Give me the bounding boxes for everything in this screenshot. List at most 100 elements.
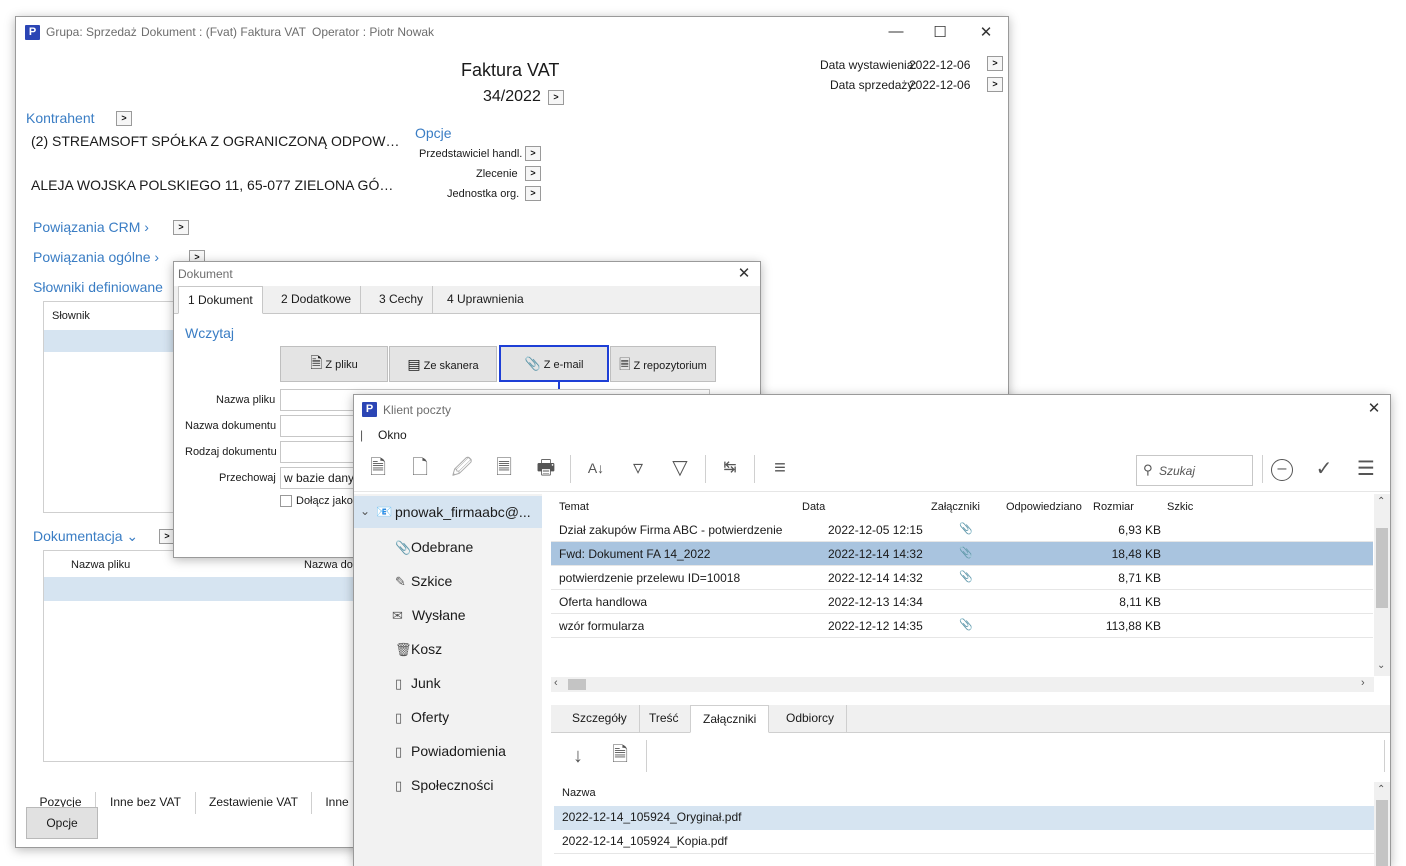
scroll-down-icon[interactable]: ⌄ (1377, 660, 1385, 671)
columns-icon[interactable]: ≡ (766, 457, 794, 479)
message-size: 8,11 KB (1119, 595, 1161, 609)
tab-details[interactable]: Szczegóły (560, 705, 640, 733)
sale-date-label: Data sprzedaży: (830, 78, 917, 92)
general-links-label[interactable]: Powiązania ogólne › (33, 249, 159, 265)
col-size[interactable]: Rozmiar (1093, 501, 1134, 513)
chevron-right-icon: › (154, 249, 160, 265)
scroll-left-icon[interactable]: ‹ (554, 677, 558, 689)
att-col-name[interactable]: Nazwa (562, 787, 596, 799)
dialog-close-button[interactable]: ✕ (734, 264, 754, 282)
tab-cechy[interactable]: 3 Cechy (370, 286, 434, 314)
folder-drafts[interactable]: ✎ Szkice (395, 573, 452, 590)
check-icon[interactable]: ✓ (1310, 458, 1338, 480)
folder-junk[interactable]: ▯ Junk (395, 675, 441, 692)
load-from-file-button[interactable]: 🗎 Z pliku (280, 346, 388, 382)
scroll-up-icon[interactable]: ⌃ (1377, 496, 1385, 507)
folder-offers[interactable]: ▯ Oferty (395, 709, 449, 726)
edit-doc-icon[interactable]: 🖉 (448, 457, 476, 479)
sent-mail-icon: ✉ (392, 608, 403, 623)
scroll-up-icon[interactable]: ⌃ (1377, 784, 1385, 795)
doc-number-button[interactable]: > (548, 90, 564, 105)
print-icon[interactable]: 🖶 (532, 457, 560, 479)
message-size: 18,48 KB (1111, 547, 1161, 561)
option-rep-label: Przedstawiciel handl. (419, 148, 523, 160)
folder-notifications[interactable]: ▯ Powiadomienia (395, 743, 506, 760)
contractor-button[interactable]: > (116, 111, 132, 126)
load-from-email-button[interactable]: 📎 Z e-mail (499, 345, 609, 382)
account-expand-icon[interactable]: ⌄ (360, 504, 370, 518)
search-box[interactable]: ⚲ Szukaj (1136, 455, 1253, 486)
crm-links-button[interactable]: > (173, 220, 189, 235)
tab-dokument[interactable]: 1 Dokument (178, 286, 263, 314)
load-label: Wczytaj (185, 325, 234, 341)
preview-doc-icon[interactable]: 🗎 (364, 457, 392, 479)
tab-recipients[interactable]: Odbiorcy (774, 705, 848, 733)
sale-date-button[interactable]: > (987, 77, 1003, 92)
docs-row[interactable] (44, 577, 364, 601)
hscroll-thumb[interactable] (568, 679, 586, 690)
option-order-button[interactable]: > (525, 166, 541, 181)
attachment-name: 2022-12-14_105924_Kopia.pdf (562, 834, 728, 848)
mail-close-button[interactable]: ✕ (1364, 399, 1384, 417)
option-rep-button[interactable]: > (525, 146, 541, 161)
dictionaries-label[interactable]: Słowniki definiowane (33, 279, 163, 295)
filter-icon[interactable]: ▽ (666, 457, 694, 479)
col-replied[interactable]: Odpowiedziano (1006, 501, 1082, 513)
list-scroll-thumb[interactable] (1376, 528, 1388, 608)
tab-content[interactable]: Treść (637, 705, 692, 733)
filter-add-icon[interactable]: ▿ (624, 457, 652, 479)
tab-attachments[interactable]: Załączniki (690, 705, 770, 733)
message-row[interactable]: potwierdzenie przelewu ID=10018 2022-12-1… (551, 566, 1373, 590)
minus-circle-icon[interactable]: – (1271, 459, 1293, 481)
att-scroll-thumb[interactable] (1376, 800, 1388, 866)
issue-date-button[interactable]: > (987, 56, 1003, 71)
delete-doc-icon[interactable]: 🗏 (490, 457, 518, 479)
tab-vat-summary[interactable]: Zestawienie VAT (196, 792, 312, 814)
tab-dodatkowe[interactable]: 2 Dodatkowe (272, 286, 362, 314)
list-hscrollbar[interactable] (551, 677, 1374, 692)
load-from-scanner-button[interactable]: ▤ Ze skanera (389, 346, 497, 382)
crm-links-label[interactable]: Powiązania CRM › (33, 219, 149, 235)
folder-social[interactable]: ▯ Społeczności (395, 777, 494, 794)
menu-window[interactable]: Okno (378, 428, 407, 442)
new-doc-icon[interactable]: 🗋 (406, 457, 434, 479)
folder-trash[interactable]: 🗑Kosz (395, 641, 442, 658)
message-row[interactable]: Oferta handlowa 2022-12-13 14:34 8,11 KB (551, 590, 1373, 614)
col-draft[interactable]: Szkic (1167, 501, 1193, 513)
col-attachments[interactable]: Załączniki (931, 501, 980, 513)
folder-icon: ▯ (395, 778, 403, 793)
preview-attachment-icon[interactable]: 🗎 (606, 744, 634, 766)
download-icon[interactable]: ↓ (564, 745, 592, 767)
sort-az-icon[interactable]: A↓ (582, 457, 610, 479)
scroll-right-icon[interactable]: › (1361, 677, 1365, 689)
minimize-button[interactable]: — (886, 23, 906, 40)
option-unit-button[interactable]: > (525, 186, 541, 201)
col-date[interactable]: Data (802, 501, 825, 513)
app-logo-icon: P (25, 25, 40, 40)
contractor-label[interactable]: Kontrahent (26, 110, 95, 126)
paperclip-icon: 📎 (395, 540, 412, 555)
group-icon[interactable]: ↹ (716, 457, 744, 479)
message-date: 2022-12-13 14:34 (828, 595, 923, 609)
load-from-repo-button[interactable]: 🗏 Z repozytorium (610, 346, 716, 382)
message-subject: Dział zakupów Firma ABC - potwierdzenie (559, 523, 783, 537)
attach-as-checkbox[interactable] (280, 495, 292, 507)
load-from-email-text: Z e-mail (543, 359, 584, 371)
message-row[interactable]: Dział zakupów Firma ABC - potwierdzenie 2… (551, 518, 1373, 542)
maximize-button[interactable]: ☐ (930, 23, 950, 41)
menu-icon[interactable]: ☰ (1352, 458, 1380, 480)
chevron-right-icon: › (144, 219, 149, 235)
options-button[interactable]: Opcje (26, 807, 98, 839)
pencil-icon: ✎ (395, 574, 406, 589)
documentation-label[interactable]: Dokumentacja ⌄ (33, 528, 138, 545)
close-button[interactable]: ✕ (976, 23, 996, 41)
folder-inbox[interactable]: 📎Odebrane (395, 539, 473, 556)
folder-sent[interactable]: ✉ Wysłane (392, 607, 466, 624)
message-row[interactable]: Fwd: Dokument FA 14_2022 2022-12-14 14:32… (551, 542, 1373, 566)
col-subject[interactable]: Temat (559, 501, 589, 513)
dict-row[interactable] (44, 330, 184, 352)
message-row[interactable]: wzór formularza 2022-12-12 14:35 📎 113,88 K… (551, 614, 1373, 638)
tab-uprawnienia[interactable]: 4 Uprawnienia (438, 286, 533, 314)
contractor-name: (2) STREAMSOFT SPÓŁKA Z OGRANICZONĄ ODPO… (31, 133, 401, 149)
tab-non-vat[interactable]: Inne bez VAT (96, 792, 196, 814)
